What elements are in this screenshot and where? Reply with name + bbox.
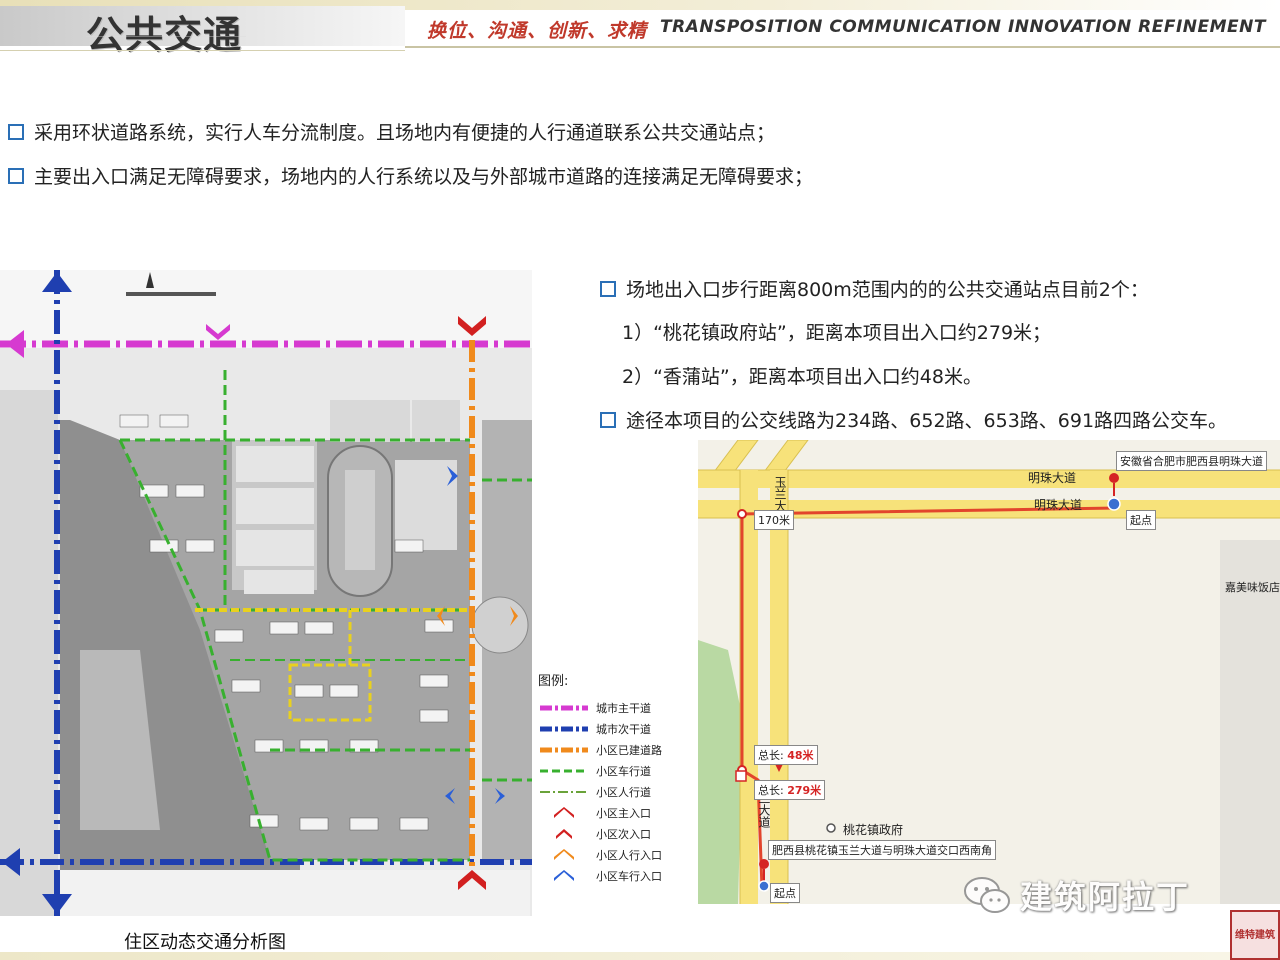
start-label: 起点 bbox=[770, 883, 800, 903]
legend-label: 小区人行入口 bbox=[596, 848, 662, 862]
legend-item-city-secondary-road: 城市次干道 bbox=[538, 718, 668, 739]
chevron-up-icon bbox=[556, 828, 572, 839]
bullet-item: 主要出入口满足无障碍要求，场地内的人行系统以及与外部城市道路的连接满足无障碍要求… bbox=[8, 162, 813, 189]
site-plan-image bbox=[0, 270, 532, 916]
wechat-icon bbox=[964, 877, 1010, 913]
chevron-up-icon bbox=[554, 848, 574, 860]
legend-item-main-entrance: 小区主入口 bbox=[538, 802, 668, 823]
poi-label: 桃花镇政府 bbox=[843, 823, 904, 837]
watermark: 建筑阿拉丁 bbox=[962, 872, 1190, 918]
legend-item-built-road: 小区已建道路 bbox=[538, 739, 668, 760]
legend-item-vehicle-entrance: 小区车行入口 bbox=[538, 865, 668, 886]
total-length-label: 总长: bbox=[758, 784, 784, 797]
legend-label: 小区次入口 bbox=[596, 827, 651, 841]
legend-label: 小区已建道路 bbox=[596, 743, 662, 757]
bullet-square-icon bbox=[8, 167, 24, 184]
bus-lines-text: 途径本项目的公交线路为234路、652路、653路、691路四路公交车。 bbox=[626, 410, 1228, 432]
watermark-text: 建筑阿拉丁 bbox=[1020, 878, 1191, 916]
stop-2-text: 2）“香蒲站”，距离本项目出入口约48米。 bbox=[622, 366, 982, 388]
transit-stops-bullet: 场地出入口步行距离800m范围内的的公共交通站点目前2个： bbox=[600, 275, 1149, 302]
total-length-label: 总长: bbox=[758, 749, 784, 762]
site-plan-caption: 住区动态交通分析图 bbox=[124, 932, 286, 953]
bullet-square-icon bbox=[600, 280, 616, 297]
legend-item-secondary-entrance: 小区次入口 bbox=[538, 823, 668, 844]
shop-label: 嘉美味饭店 bbox=[1225, 581, 1280, 594]
legend-title: 图例: bbox=[538, 674, 569, 689]
total-length-value: 279米 bbox=[787, 784, 822, 797]
chevron-up-icon bbox=[554, 806, 574, 818]
route-map: 明珠大道 明珠大道 玉兰大道 玉兰大道 安徽省合肥市肥西县明珠大道 起点 170… bbox=[698, 440, 1280, 904]
legend-swatch bbox=[540, 747, 588, 752]
origin-box: 肥西县桃花镇玉兰大道与明珠大道交口西南角 bbox=[768, 840, 996, 860]
legend: 图例: 城市主干道 城市次干道 小区已建道路 小区车行道 小区人行道 小区主入口… bbox=[538, 670, 668, 886]
chevron-up-icon bbox=[554, 869, 574, 881]
stop-1-text: 1）“桃花镇政府站”，距离本项目出入口约279米； bbox=[622, 322, 1052, 344]
legend-label: 小区车行入口 bbox=[596, 869, 662, 883]
site-plan-drawing bbox=[0, 270, 532, 916]
slogan-chinese: 换位、沟通、创新、求精 bbox=[427, 20, 648, 42]
legend-label: 小区人行道 bbox=[596, 785, 651, 799]
bullet-square-icon bbox=[600, 411, 616, 428]
legend-item-pedestrian-entrance: 小区人行入口 bbox=[538, 844, 668, 865]
total-length-value: 48米 bbox=[787, 749, 814, 762]
legend-swatch bbox=[540, 769, 588, 772]
bullet-item: 采用环状道路系统，实行人车分流制度。且场地内有便捷的人行通道联系公共交通站点； bbox=[8, 118, 775, 145]
legend-label: 城市主干道 bbox=[596, 701, 651, 715]
start-label: 起点 bbox=[1126, 510, 1156, 530]
transit-stops-text: 场地出入口步行距离800m范围内的的公共交通站点目前2个： bbox=[626, 279, 1149, 301]
slogan-english: TRANSPOSITION COMMUNICATION INNOVATION R… bbox=[660, 17, 1266, 37]
total-length-48-box: 总长: 48米 bbox=[754, 745, 818, 765]
title-reflection bbox=[86, 36, 246, 51]
bus-lines-bullet: 途径本项目的公交线路为234路、652路、653路、691路四路公交车。 bbox=[600, 406, 1227, 433]
legend-item-pedestrian-road: 小区人行道 bbox=[538, 781, 668, 802]
legend-label: 小区主入口 bbox=[596, 806, 651, 820]
road-label: 明珠大道 bbox=[1034, 498, 1083, 512]
legend-swatch bbox=[540, 790, 588, 793]
total-length-279-box: 总长: 279米 bbox=[754, 780, 826, 800]
road-label: 明珠大道 bbox=[1028, 471, 1077, 485]
distance-label: 170米 bbox=[754, 510, 794, 530]
legend-swatch bbox=[540, 726, 588, 731]
legend-label: 城市次干道 bbox=[596, 722, 651, 736]
legend-item-city-main-road: 城市主干道 bbox=[538, 697, 668, 718]
legend-swatch bbox=[540, 705, 588, 710]
legend-label: 小区车行道 bbox=[596, 764, 651, 778]
destination-box: 安徽省合肥市肥西县明珠大道 bbox=[1116, 451, 1267, 471]
bullet-square-icon bbox=[8, 123, 24, 140]
bullet-text: 采用环状道路系统，实行人车分流制度。且场地内有便捷的人行通道联系公共交通站点； bbox=[34, 122, 776, 144]
bullet-text: 主要出入口满足无障碍要求，场地内的人行系统以及与外部城市道路的连接满足无障碍要求… bbox=[34, 166, 814, 188]
footer-band bbox=[0, 952, 1230, 960]
header-divider-left bbox=[0, 50, 405, 51]
seal-logo: 维特建筑 bbox=[1230, 910, 1280, 960]
legend-item-vehicle-road: 小区车行道 bbox=[538, 760, 668, 781]
header: 公共交通 换位、沟通、创新、求精 TRANSPOSITION COMMUNICA… bbox=[0, 0, 1280, 57]
header-divider bbox=[405, 46, 1280, 48]
